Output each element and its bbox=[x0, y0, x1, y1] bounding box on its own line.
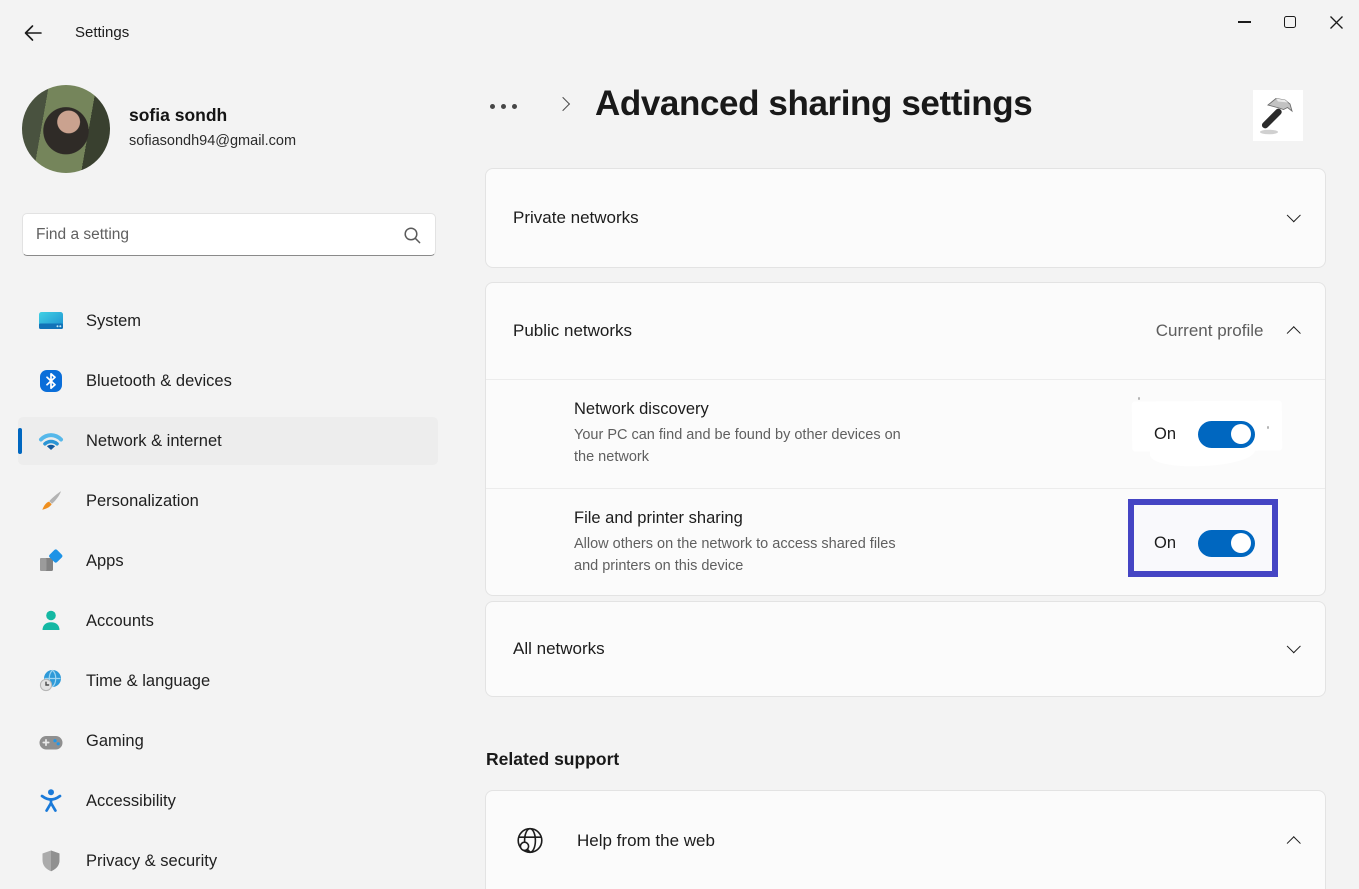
sidebar-item-label: Network & internet bbox=[86, 432, 222, 451]
profile-email: sofiasondh94@gmail.com bbox=[129, 133, 296, 149]
search-placeholder: Find a setting bbox=[36, 226, 129, 244]
person-icon bbox=[38, 608, 64, 634]
sidebar-item-system[interactable]: System bbox=[18, 297, 438, 345]
hammer-cursor-icon bbox=[1253, 90, 1303, 141]
help-from-web-title: Help from the web bbox=[577, 831, 715, 851]
wifi-icon bbox=[38, 428, 64, 454]
sidebar-item-bluetooth-devices[interactable]: Bluetooth & devices bbox=[18, 357, 438, 405]
minimize-icon bbox=[1238, 21, 1251, 23]
network-discovery-row: Network discovery Your PC can find and b… bbox=[486, 380, 1325, 488]
search-input[interactable]: Find a setting bbox=[22, 213, 436, 256]
sidebar-item-label: Accessibility bbox=[86, 792, 176, 811]
selected-indicator bbox=[18, 428, 22, 454]
sidebar-item-time-language[interactable]: Time & language bbox=[18, 657, 438, 705]
annotation-artifact bbox=[1267, 426, 1270, 429]
globe-search-icon bbox=[513, 824, 547, 858]
private-networks-expander[interactable]: Private networks bbox=[485, 168, 1326, 268]
gamepad-icon bbox=[38, 728, 64, 754]
private-networks-title: Private networks bbox=[513, 208, 639, 228]
sidebar-nav: System Bluetooth & devices Network & int… bbox=[18, 297, 438, 889]
sidebar-item-apps[interactable]: Apps bbox=[18, 537, 438, 585]
sidebar-item-accounts[interactable]: Accounts bbox=[18, 597, 438, 645]
sidebar-item-label: System bbox=[86, 312, 141, 331]
related-support-heading: Related support bbox=[486, 749, 619, 770]
all-networks-expander[interactable]: All networks bbox=[485, 601, 1326, 697]
network-discovery-toggle[interactable] bbox=[1198, 421, 1255, 448]
paintbrush-icon bbox=[38, 488, 64, 514]
globe-clock-icon bbox=[38, 668, 64, 694]
back-button[interactable] bbox=[18, 19, 48, 47]
system-icon bbox=[38, 308, 64, 334]
public-networks-header[interactable]: Public networks Current profile bbox=[486, 283, 1325, 380]
chevron-right-icon bbox=[556, 97, 570, 111]
shield-icon bbox=[38, 848, 64, 874]
public-networks-expander: Public networks Current profile Network … bbox=[485, 282, 1326, 596]
annotation-artifact bbox=[1138, 397, 1141, 400]
avatar[interactable] bbox=[22, 85, 110, 173]
file-printer-sharing-toggle[interactable] bbox=[1198, 530, 1255, 557]
sidebar-item-network-internet[interactable]: Network & internet bbox=[18, 417, 438, 465]
sidebar-item-label: Bluetooth & devices bbox=[86, 372, 232, 391]
chevron-down-icon[interactable] bbox=[1287, 208, 1300, 221]
sidebar-item-gaming[interactable]: Gaming bbox=[18, 717, 438, 765]
sidebar-item-privacy-security[interactable]: Privacy & security bbox=[18, 837, 438, 885]
all-networks-title: All networks bbox=[513, 639, 605, 659]
public-networks-title: Public networks bbox=[513, 321, 632, 341]
sidebar-item-accessibility[interactable]: Accessibility bbox=[18, 777, 438, 825]
chevron-up-icon[interactable] bbox=[1287, 327, 1300, 340]
close-icon bbox=[1329, 15, 1344, 30]
network-discovery-toggle-label: On bbox=[1154, 425, 1176, 444]
sidebar-item-label: Privacy & security bbox=[86, 852, 217, 871]
sidebar-item-label: Accounts bbox=[86, 612, 154, 631]
page-title: Advanced sharing settings bbox=[595, 84, 1032, 124]
toggle-knob bbox=[1231, 424, 1251, 444]
accessibility-icon bbox=[38, 788, 64, 814]
sidebar-item-label: Apps bbox=[86, 552, 124, 571]
current-profile-badge: Current profile bbox=[1156, 321, 1264, 341]
toggle-knob bbox=[1231, 533, 1251, 553]
maximize-button[interactable] bbox=[1267, 0, 1313, 44]
sidebar-item-label: Time & language bbox=[86, 672, 210, 691]
app-title: Settings bbox=[75, 24, 129, 41]
maximize-icon bbox=[1284, 16, 1296, 28]
search-icon bbox=[402, 225, 422, 245]
help-from-web-expander[interactable]: Help from the web bbox=[485, 790, 1326, 889]
chevron-up-icon[interactable] bbox=[1287, 837, 1300, 850]
network-discovery-title: Network discovery bbox=[574, 400, 901, 419]
window-controls bbox=[1221, 0, 1359, 44]
back-arrow-icon bbox=[22, 22, 44, 44]
minimize-button[interactable] bbox=[1221, 0, 1267, 44]
close-button[interactable] bbox=[1313, 0, 1359, 44]
network-discovery-description: Your PC can find and be found by other d… bbox=[574, 424, 901, 468]
bluetooth-icon bbox=[38, 368, 64, 394]
apps-icon bbox=[38, 548, 64, 574]
file-printer-sharing-title: File and printer sharing bbox=[574, 509, 896, 528]
sidebar-item-personalization[interactable]: Personalization bbox=[18, 477, 438, 525]
file-printer-sharing-description: Allow others on the network to access sh… bbox=[574, 533, 896, 577]
sidebar-item-label: Personalization bbox=[86, 492, 199, 511]
file-printer-sharing-row: File and printer sharing Allow others on… bbox=[486, 488, 1325, 597]
chevron-down-icon[interactable] bbox=[1287, 639, 1300, 652]
file-printer-sharing-toggle-label: On bbox=[1154, 534, 1176, 553]
sidebar-item-label: Gaming bbox=[86, 732, 144, 751]
breadcrumb-ellipsis[interactable] bbox=[490, 104, 517, 109]
profile-name: sofia sondh bbox=[129, 105, 227, 126]
